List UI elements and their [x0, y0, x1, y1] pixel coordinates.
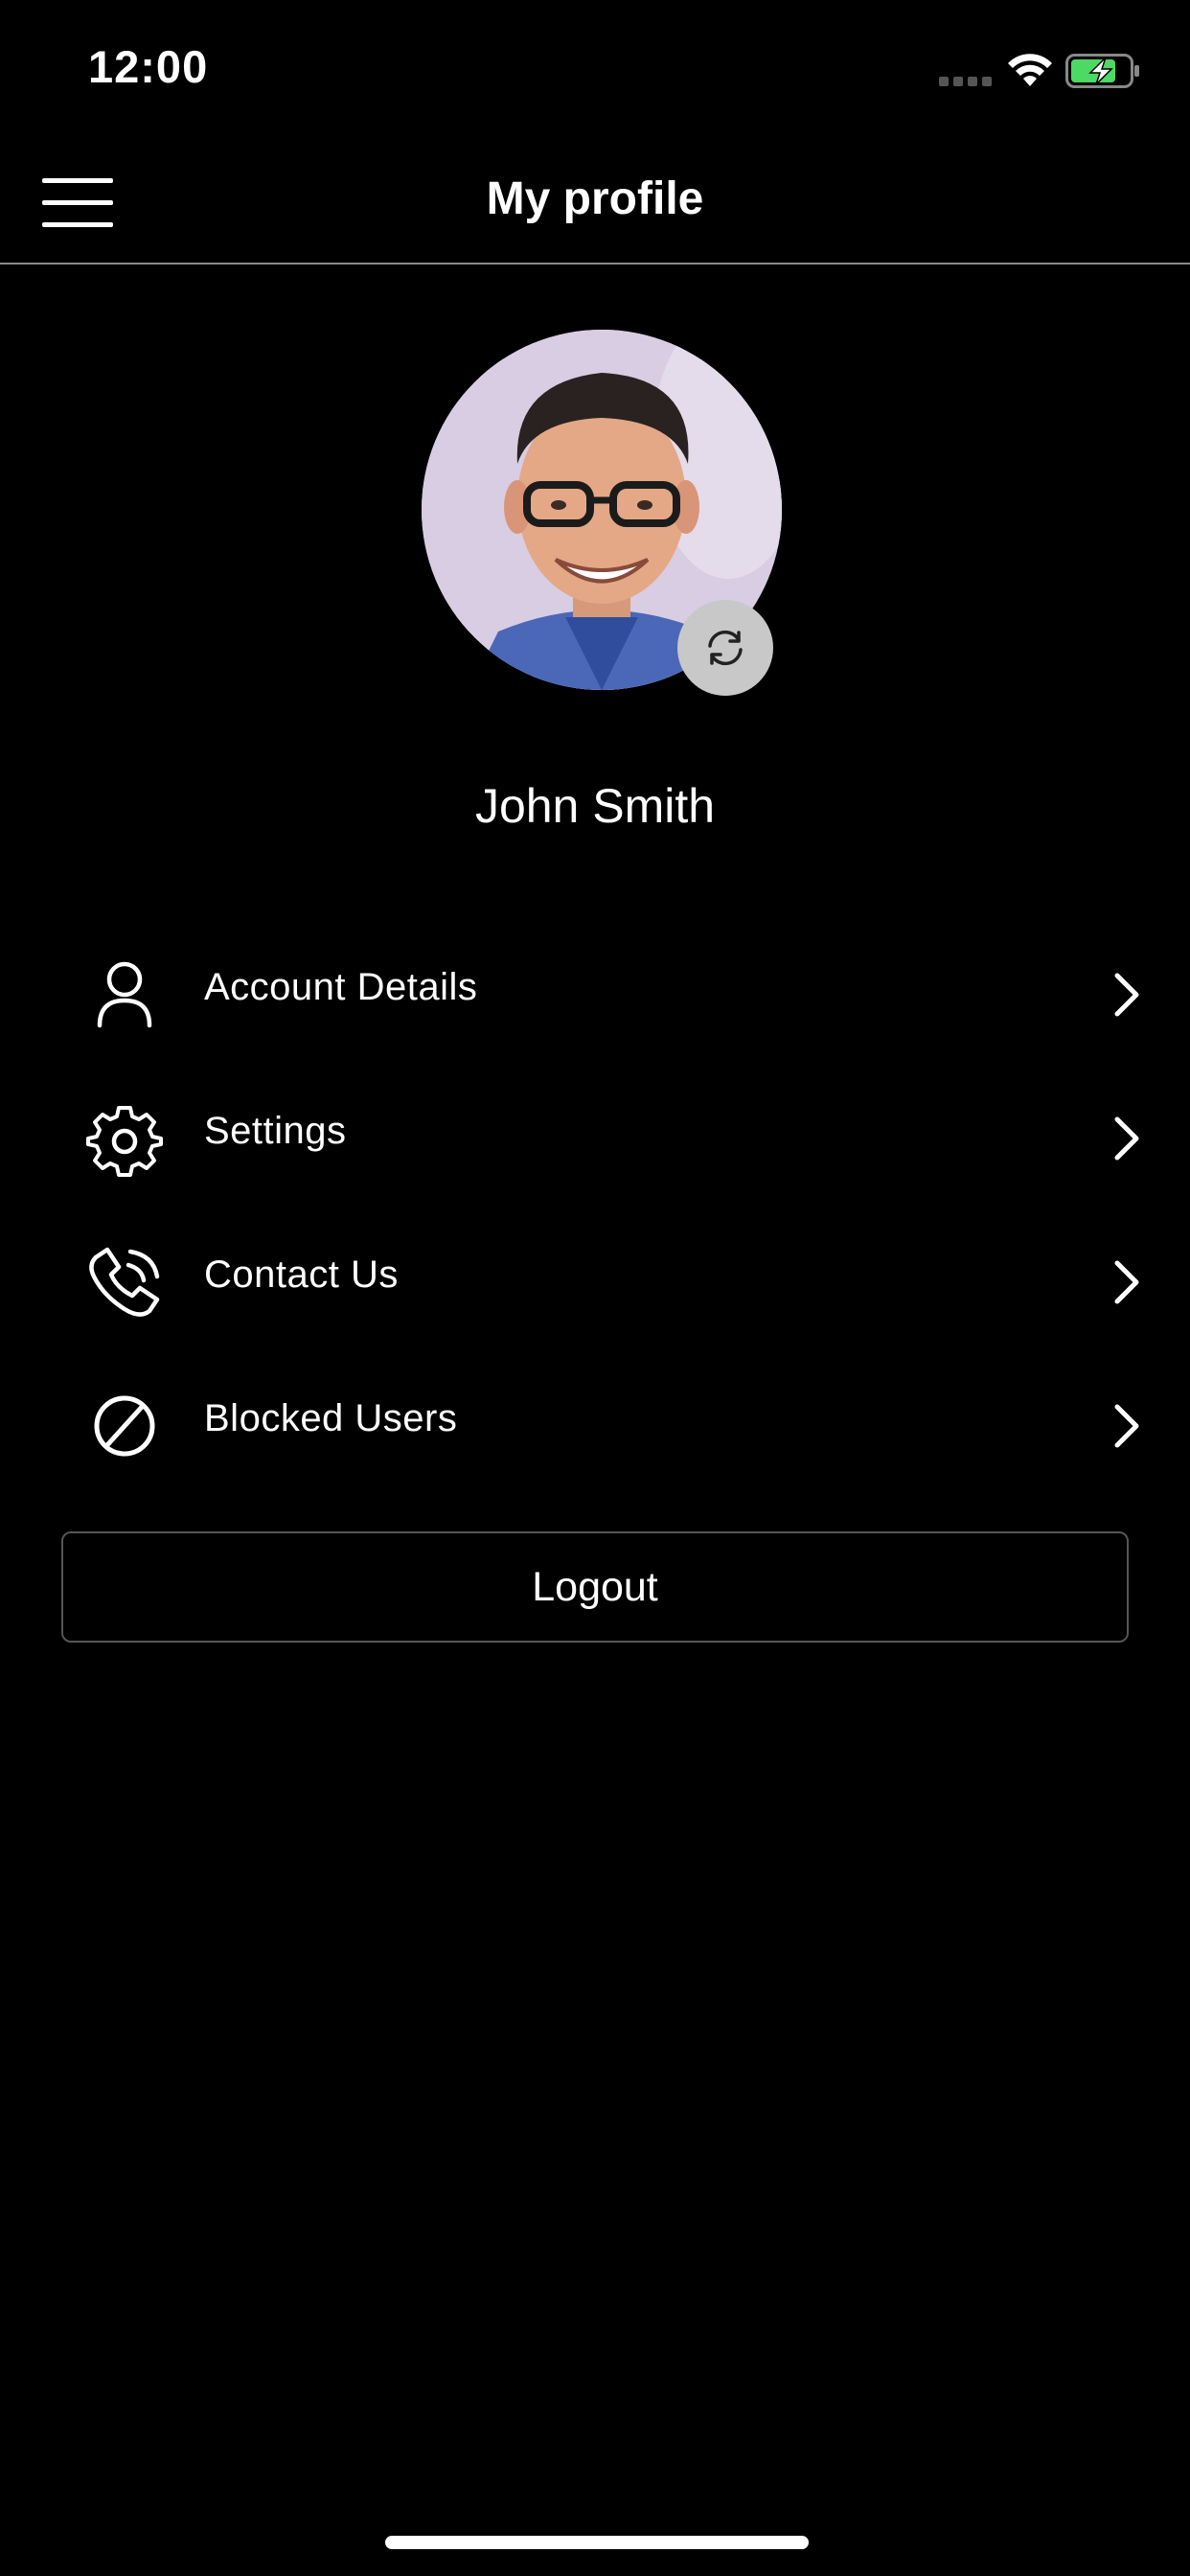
chevron-right-icon: [1114, 1404, 1139, 1448]
logout-button[interactable]: Logout: [61, 1531, 1129, 1643]
gear-icon: [86, 1106, 163, 1177]
chevron-right-icon: [1114, 1116, 1139, 1161]
status-bar: 12:00: [0, 0, 1190, 144]
phone-call-icon: [89, 1247, 160, 1317]
menu-item-account-details[interactable]: Account Details: [0, 918, 1190, 1062]
profile-menu-list: Account Details Settings Contact Us Bloc…: [0, 918, 1190, 1493]
user-icon: [97, 961, 152, 1028]
page-title: My profile: [486, 173, 704, 224]
user-name: John Smith: [474, 779, 716, 833]
avatar-container: [422, 330, 782, 696]
refresh-icon: [708, 630, 743, 666]
menu-item-label: Contact Us: [204, 1254, 399, 1296]
nav-bar: My profile: [0, 144, 1190, 264]
menu-item-contact-us[interactable]: Contact Us: [0, 1206, 1190, 1349]
status-time: 12:00: [88, 41, 209, 92]
cellular-signal-icon: [939, 77, 992, 86]
menu-item-blocked-users[interactable]: Blocked Users: [0, 1349, 1190, 1493]
wifi-icon: [1008, 54, 1052, 86]
menu-item-label: Account Details: [204, 966, 478, 1008]
menu-item-label: Settings: [204, 1110, 347, 1152]
chevron-right-icon: [1114, 1260, 1139, 1304]
menu-item-label: Blocked Users: [204, 1397, 458, 1439]
chevron-right-icon: [1114, 973, 1139, 1017]
block-icon: [94, 1395, 155, 1457]
battery-charging-icon: [1065, 54, 1139, 88]
menu-item-settings[interactable]: Settings: [0, 1062, 1190, 1206]
home-indicator: [385, 2536, 809, 2549]
change-photo-button[interactable]: [677, 600, 773, 696]
